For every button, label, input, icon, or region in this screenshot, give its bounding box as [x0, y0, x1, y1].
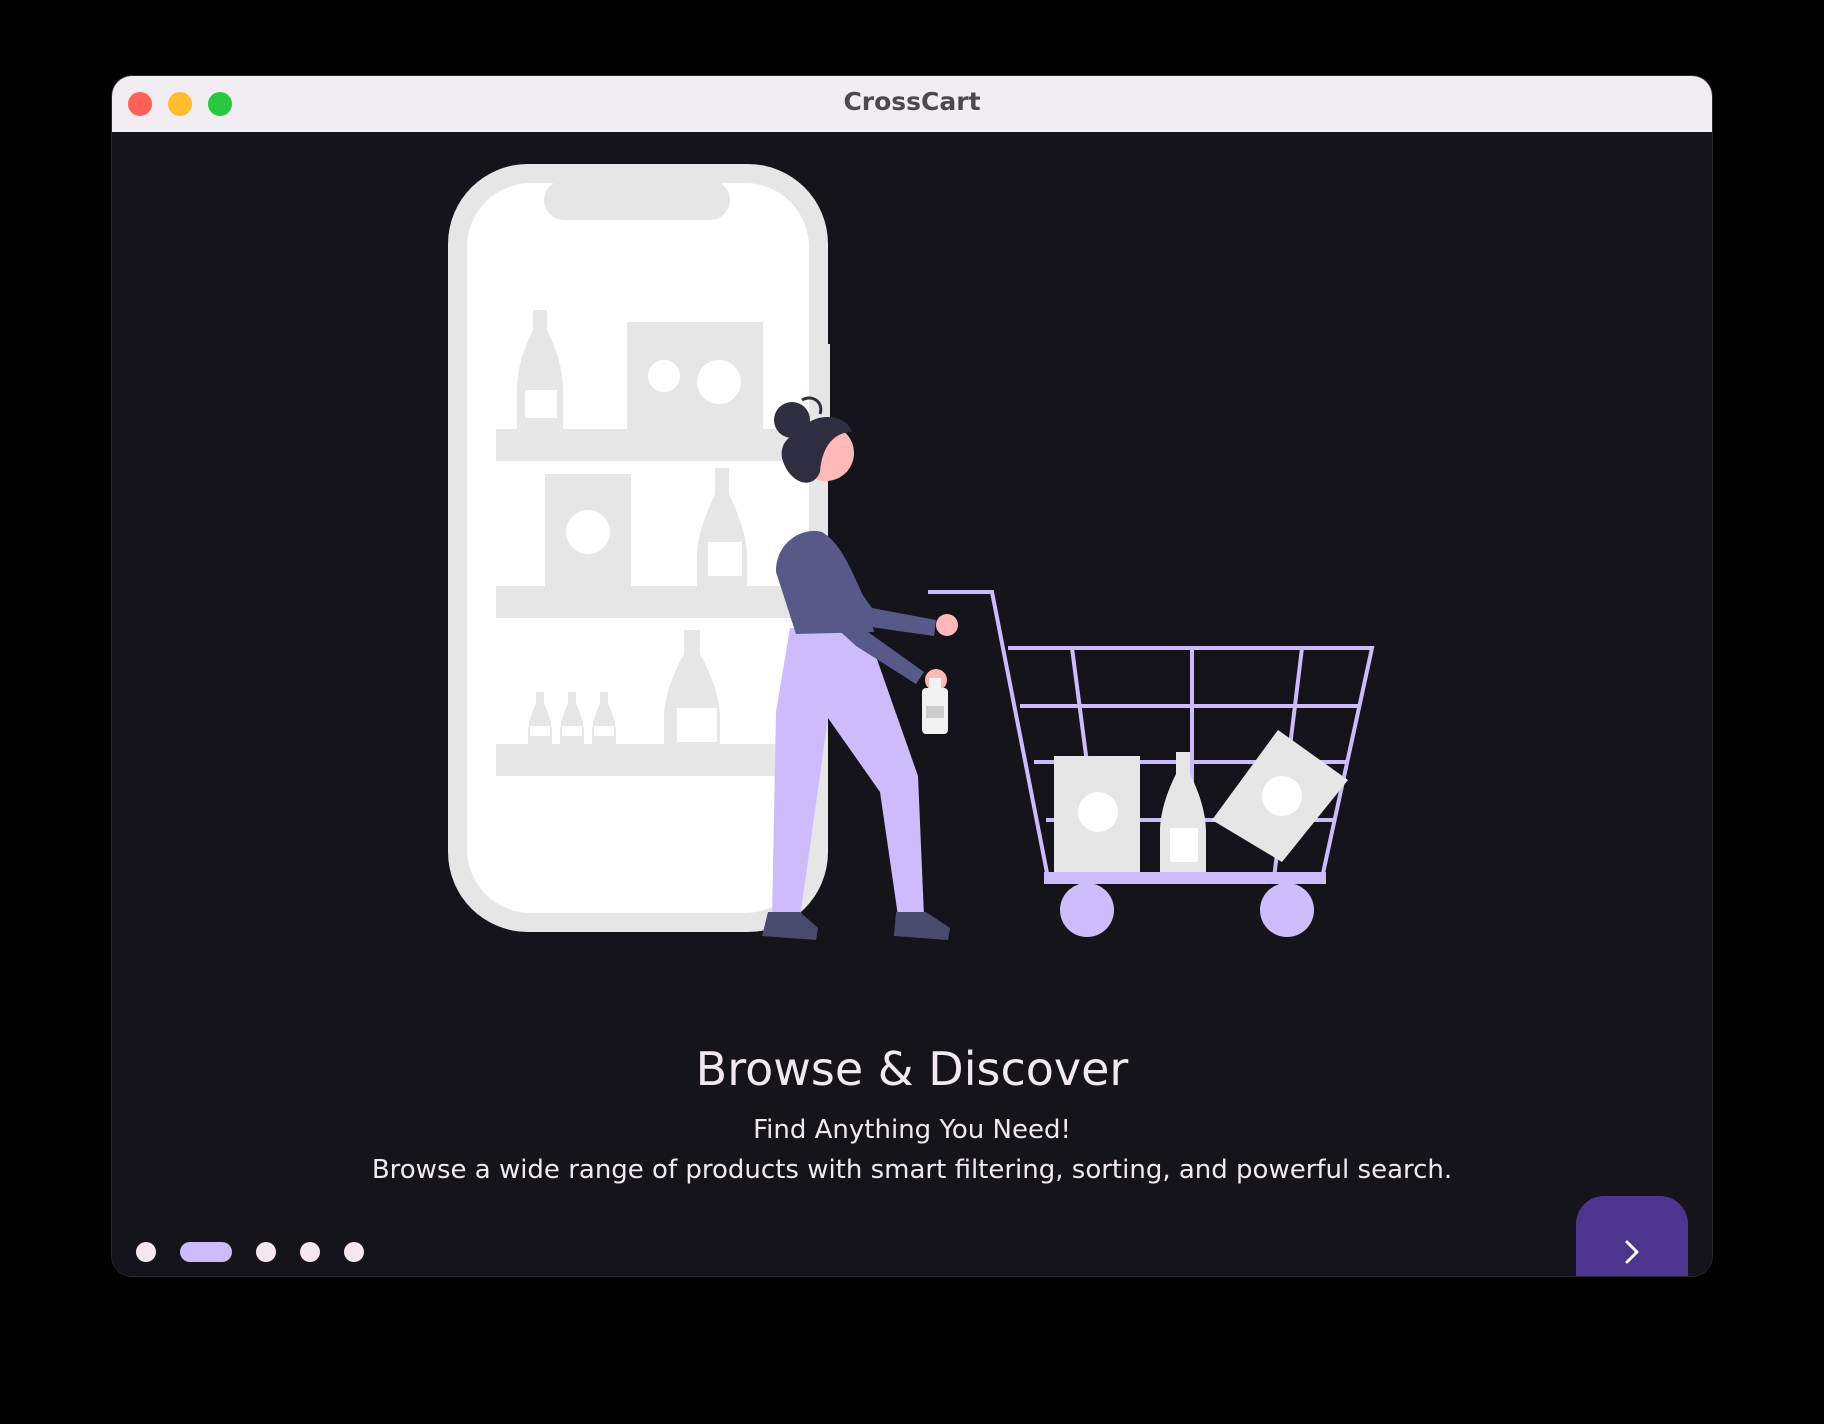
window-title: CrossCart	[843, 87, 981, 116]
next-button[interactable]	[1576, 1196, 1688, 1276]
page-dot-4[interactable]	[300, 1242, 320, 1262]
page-dot-2-active[interactable]	[180, 1242, 232, 1262]
phone-graphic	[448, 164, 830, 932]
onboarding-screen: Browse & Discover Find Anything You Need…	[112, 132, 1712, 1276]
page-indicator	[136, 1241, 388, 1263]
onboarding-title: Browse & Discover	[695, 1042, 1129, 1096]
onboarding-description: Browse a wide range of products with sma…	[371, 1155, 1453, 1185]
title-bar[interactable]: CrossCart	[112, 76, 1712, 133]
chevron-right-icon	[1625, 1240, 1639, 1264]
shopping-cart-illustration	[448, 164, 1375, 940]
page-dot-1[interactable]	[136, 1242, 156, 1262]
onboarding-subtitle: Find Anything You Need!	[753, 1115, 1071, 1145]
cart-graphic	[928, 590, 1375, 880]
app-window: CrossCart Browse & Discover Find Anythin…	[112, 76, 1712, 1276]
page-dot-3[interactable]	[256, 1242, 276, 1262]
cart-items	[1054, 730, 1348, 878]
page-dot-5[interactable]	[344, 1242, 364, 1262]
